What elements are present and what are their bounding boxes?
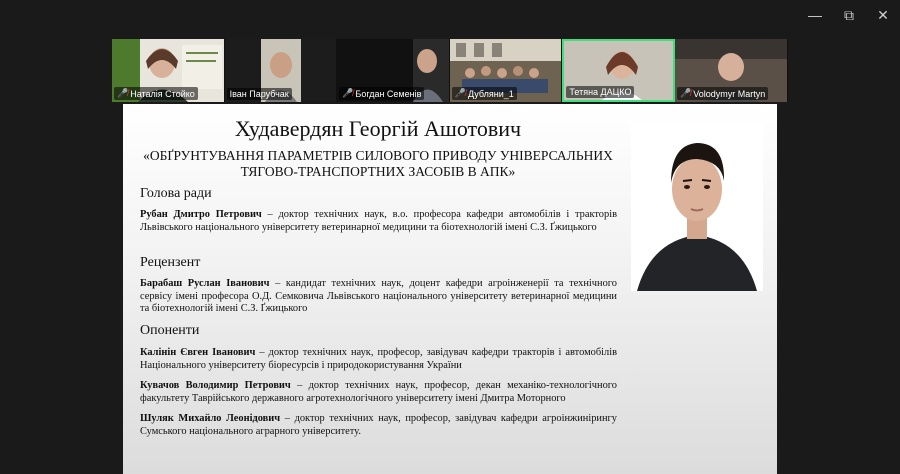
window-controls: — ⧉ ✕ xyxy=(798,0,900,30)
close-button[interactable]: ✕ xyxy=(866,0,900,30)
reviewer-heading: Рецензент xyxy=(140,255,201,270)
person-name: Шуляк Михайло Леонідович xyxy=(140,413,281,424)
participant-nameplate: Іван Парубчак xyxy=(226,88,292,100)
participant-nameplate: Тетяна ДАЦКО xyxy=(566,86,635,98)
participant-tile[interactable]: 🎤̸ Дубляни_1 xyxy=(449,39,563,102)
participant-nameplate: 🎤̸ Volodymyr Martyn xyxy=(676,87,769,100)
person-name: Барабаш Руслан Іванович xyxy=(140,278,270,289)
person-name: Калінін Євген Іванович xyxy=(140,347,256,358)
participant-tile[interactable]: Іван Парубчак xyxy=(224,39,338,102)
minimize-button[interactable]: — xyxy=(798,0,832,30)
candidate-photo xyxy=(631,123,763,291)
participant-strip: 🎤̸ Наталія Стойко Іван Парубчак 🎤̸ Богда… xyxy=(112,39,788,102)
participant-name: Volodymyr Martyn xyxy=(693,88,766,99)
mic-muted-icon: 🎤̸ xyxy=(679,88,692,98)
participant-tile[interactable]: 🎤̸ Наталія Стойко xyxy=(112,39,225,102)
subtitle-line: ТЯГОВО-ТРАНСПОРТНИХ ЗАСОБІВ В АПК» xyxy=(240,164,516,179)
participant-nameplate: 🎤̸ Богдан Семенів xyxy=(339,87,425,100)
participant-tile[interactable]: 🎤̸ Богдан Семенів xyxy=(337,39,450,102)
mic-muted-icon: 🎤̸ xyxy=(117,88,129,98)
participant-nameplate: 🎤̸ Наталія Стойко xyxy=(114,87,198,100)
opponent-entry: Шуляк Михайло Леонідович – доктор техніч… xyxy=(140,413,617,438)
participant-nameplate: 🎤̸ Дубляни_1 xyxy=(451,87,517,100)
slide-subtitle: «ОБҐРУНТУВАННЯ ПАРАМЕТРІВ СИЛОВОГО ПРИВО… xyxy=(137,148,619,180)
participant-name: Наталія Стойко xyxy=(130,88,195,99)
participant-tile[interactable]: 🎤̸ Volodymyr Martyn xyxy=(674,39,788,102)
opponent-entry: Кувачов Володимир Петрович – доктор техн… xyxy=(140,380,617,405)
mic-muted-icon: 🎤̸ xyxy=(342,88,354,98)
person-name: Рубан Дмитро Петрович xyxy=(140,209,262,220)
shared-slide: Худавердян Георгій Ашотович «ОБҐРУНТУВАН… xyxy=(123,104,777,474)
portrait-image xyxy=(631,123,763,291)
opponent-entry: Калінін Євген Іванович – доктор технічни… xyxy=(140,347,617,372)
participant-name: Богдан Семенів xyxy=(355,88,422,99)
opponents-heading: Опоненти xyxy=(140,323,200,338)
participant-tile-active[interactable]: Тетяна ДАЦКО xyxy=(562,39,675,102)
person-name: Кувачов Володимир Петрович xyxy=(140,380,291,391)
slide-title: Худавердян Георгій Ашотович xyxy=(234,116,522,141)
participant-name: Тетяна ДАЦКО xyxy=(569,87,632,97)
reviewer-entry: Барабаш Руслан Іванович – кандидат техні… xyxy=(140,278,617,316)
mic-muted-icon: 🎤̸ xyxy=(454,88,466,98)
maximize-button[interactable]: ⧉ xyxy=(832,0,866,30)
participant-name: Іван Парубчак xyxy=(229,89,289,99)
participant-name: Дубляни_1 xyxy=(468,88,514,99)
chair-entry: Рубан Дмитро Петрович – доктор технічних… xyxy=(140,209,617,234)
chair-heading: Голова ради xyxy=(140,186,212,201)
subtitle-line: «ОБҐРУНТУВАННЯ ПАРАМЕТРІВ СИЛОВОГО ПРИВО… xyxy=(143,148,613,163)
